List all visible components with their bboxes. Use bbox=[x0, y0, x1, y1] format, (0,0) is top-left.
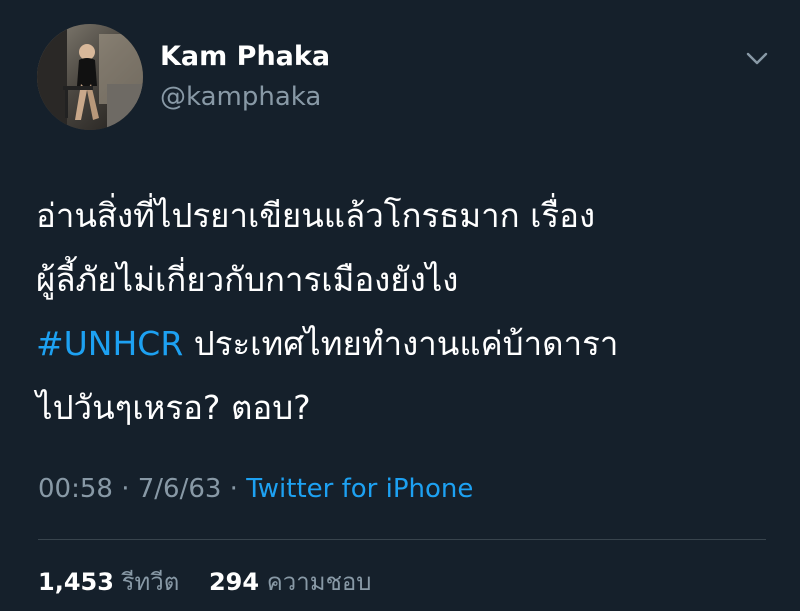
likes-label: ความชอบ bbox=[266, 568, 372, 596]
hashtag-link[interactable]: #UNHCR bbox=[36, 324, 183, 363]
tweet-line: อ่านสิ่งที่ไปรยาเขียนแล้วโกรธมาก เรื่อง bbox=[36, 196, 596, 235]
tweet-card: Kam Phaka @kamphaka อ่านสิ่งที่ไปรยาเขีย… bbox=[0, 0, 800, 611]
tweet-text: อ่านสิ่งที่ไปรยาเขียนแล้วโกรธมาก เรื่อง … bbox=[36, 184, 776, 440]
tweet-meta: 00:58 · 7/6/63 · Twitter for iPhone bbox=[38, 474, 473, 504]
tweet-time: 00:58 bbox=[38, 474, 113, 504]
retweets-stat[interactable]: 1,453 รีทวีต bbox=[38, 568, 201, 596]
meta-separator: · bbox=[112, 474, 138, 504]
profile-photo-icon bbox=[37, 24, 143, 130]
divider bbox=[38, 539, 766, 540]
tweet-line: ผู้ลี้ภัยไม่เกี่ยวกับการเมืองยังไง bbox=[36, 260, 459, 299]
likes-count: 294 bbox=[208, 568, 260, 596]
tweet-line-text: ประเทศไทยทำงานแค่บ้าดารา bbox=[183, 324, 619, 363]
tweet-date: 7/6/63 bbox=[137, 474, 222, 504]
handle[interactable]: @kamphaka bbox=[160, 82, 321, 112]
tweet-line: ไปวันๆเหรอ? ตอบ? bbox=[36, 388, 311, 427]
likes-stat[interactable]: 294 ความชอบ bbox=[209, 568, 394, 596]
tweet-line: #UNHCR ประเทศไทยทำงานแค่บ้าดารา bbox=[36, 312, 776, 376]
retweets-count: 1,453 bbox=[38, 568, 114, 596]
meta-separator: · bbox=[221, 474, 247, 504]
display-name[interactable]: Kam Phaka bbox=[160, 41, 330, 72]
source-link[interactable]: Twitter for iPhone bbox=[246, 474, 473, 504]
tweet-stats: 1,453 รีทวีต 294 ความชอบ bbox=[38, 562, 394, 601]
chevron-down-icon[interactable] bbox=[742, 44, 772, 74]
retweets-label: รีทวีต bbox=[121, 568, 180, 596]
avatar[interactable] bbox=[37, 24, 143, 130]
